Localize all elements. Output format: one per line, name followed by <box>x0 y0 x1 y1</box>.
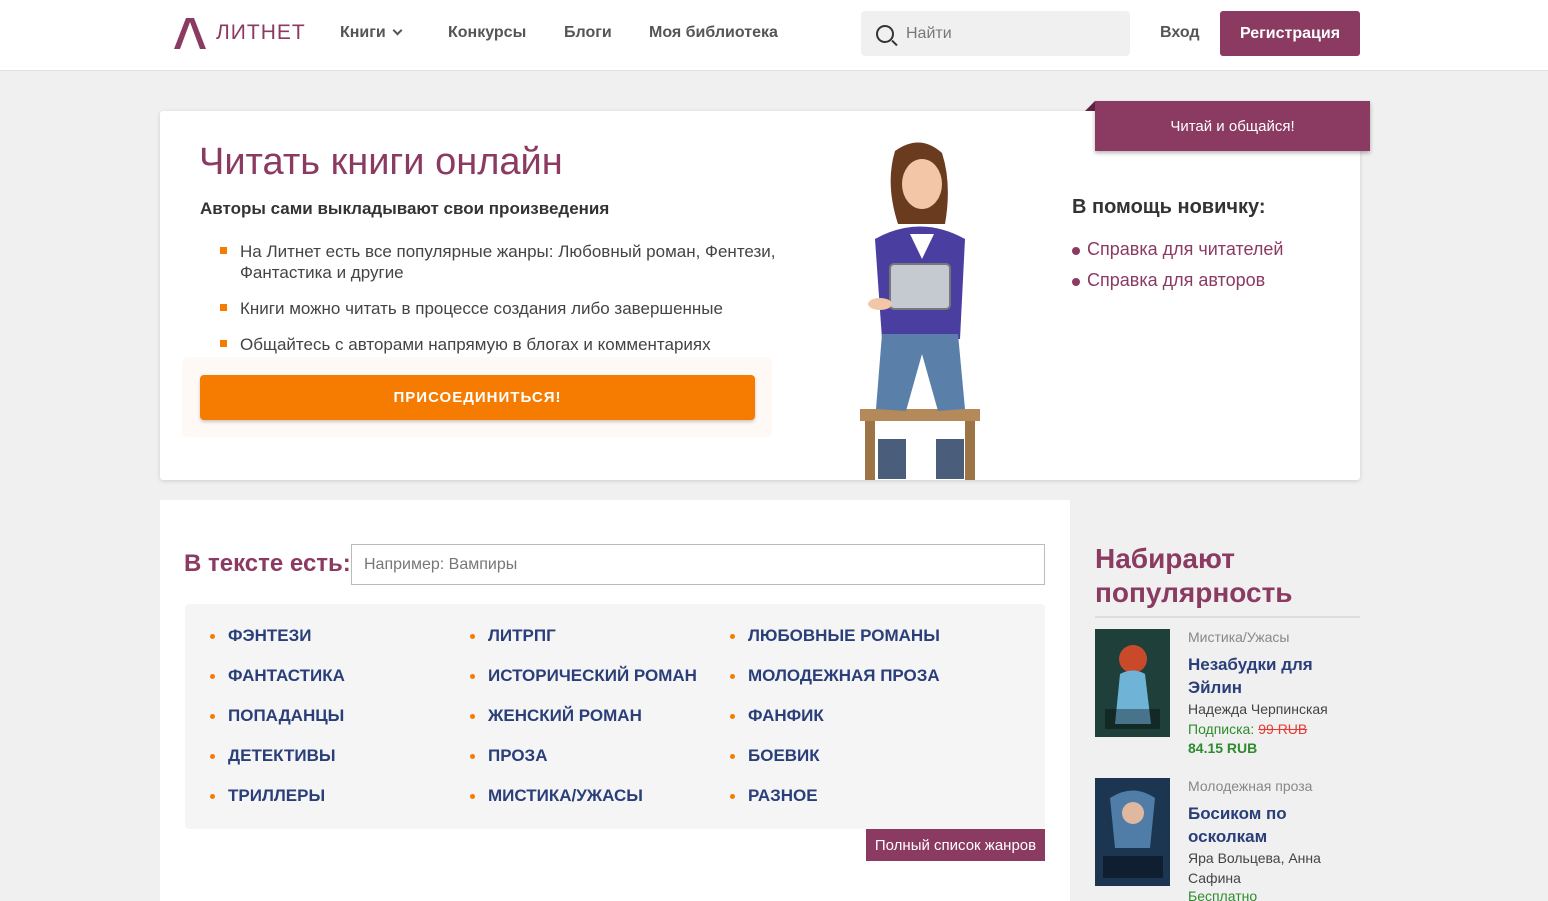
book-cover[interactable] <box>1095 629 1170 737</box>
genre-link[interactable]: Попаданцы <box>210 706 344 726</box>
book-cover[interactable] <box>1095 778 1170 886</box>
feature-item: Общайтесь с авторами напрямую в блогах и… <box>220 334 780 355</box>
genre-link[interactable]: Любовные романы <box>730 626 940 646</box>
help-title: В помощь новичку: <box>1072 196 1266 218</box>
book-author[interactable]: Яра Вольцева, Анна Сафина <box>1188 848 1348 888</box>
book-author[interactable]: Надежда Черпинская <box>1188 699 1348 719</box>
book-price: Подписка: 99 RUB <box>1188 721 1307 737</box>
free-label: Бесплатно <box>1188 888 1258 901</box>
genre-link[interactable]: Женский роман <box>470 706 642 726</box>
genre-link[interactable]: Разное <box>730 786 818 806</box>
tagline-ribbon: Читай и общайся! <box>1085 101 1370 151</box>
genre-link[interactable]: Мистика/Ужасы <box>470 786 643 806</box>
genre-search-input[interactable] <box>351 544 1045 585</box>
logo-mark-icon <box>174 18 206 49</box>
search-box[interactable] <box>861 11 1130 56</box>
hero-card: Читать книги онлайн Авторы сами выкладыв… <box>160 101 1370 480</box>
genre-link[interactable]: Фэнтези <box>210 626 311 646</box>
help-readers-link[interactable]: Справка для читателей <box>1072 239 1283 260</box>
top-header: ЛИТНЕТ Книги Конкурсы Блоги Моя библиоте… <box>0 0 1548 71</box>
book-genre: Молодежная проза <box>1188 778 1313 794</box>
genre-link[interactable]: Фанфик <box>730 706 824 726</box>
book-card[interactable]: Мистика/Ужасы Незабудки для Эйлин Надежд… <box>1095 629 1360 759</box>
logo-text: ЛИТНЕТ <box>216 20 306 44</box>
subscription-label: Подписка: <box>1188 721 1255 737</box>
hero-subtitle: Авторы сами выкладывают свои произведени… <box>200 199 610 218</box>
genre-link[interactable]: Исторический роман <box>470 666 697 686</box>
genre-list: Фэнтези Фантастика Попаданцы Детективы Т… <box>185 604 1045 829</box>
search-icon[interactable] <box>876 24 894 43</box>
genre-link[interactable]: Боевик <box>730 746 820 766</box>
feature-item: Книги можно читать в процессе создания л… <box>220 298 780 319</box>
genre-search-label: В тексте есть: <box>184 550 351 577</box>
book-card[interactable]: Молодежная проза Босиком по осколкам Яра… <box>1095 778 1360 901</box>
feature-list: На Литнет есть все популярные жанры: Люб… <box>220 241 780 370</box>
help-authors-link[interactable]: Справка для авторов <box>1072 270 1265 291</box>
genre-link[interactable]: ЛитРПГ <box>470 626 556 646</box>
genres-panel: В тексте есть: Фэнтези Фантастика Попада… <box>160 500 1070 901</box>
genre-link[interactable]: Детективы <box>210 746 336 766</box>
new-price: 84.15 RUB <box>1188 740 1258 756</box>
nav-books[interactable]: Книги <box>340 24 403 42</box>
nav-contests[interactable]: Конкурсы <box>448 24 526 42</box>
nav-my-library[interactable]: Моя библиотека <box>649 24 778 42</box>
page-title: Читать книги онлайн <box>199 141 563 183</box>
litnet-logo[interactable]: ЛИТНЕТ <box>172 16 306 49</box>
nav-blogs[interactable]: Блоги <box>564 24 612 42</box>
genre-link[interactable]: Проза <box>470 746 547 766</box>
chevron-down-icon <box>392 25 403 36</box>
trending-title: Набирают популярность <box>1095 542 1360 618</box>
book-title[interactable]: Незабудки для Эйлин <box>1188 653 1338 699</box>
login-link[interactable]: Вход <box>1160 24 1200 42</box>
register-button[interactable]: Регистрация <box>1220 11 1360 56</box>
reading-girl-illustration <box>860 142 980 480</box>
join-button[interactable]: ПРИСОЕДИНИТЬСЯ! <box>200 375 755 420</box>
genre-link[interactable]: Триллеры <box>210 786 325 806</box>
genre-link[interactable]: Молодежная проза <box>730 666 940 686</box>
full-genre-list-button[interactable]: Полный список жанров <box>866 829 1045 861</box>
old-price: 99 RUB <box>1258 721 1308 737</box>
feature-item: На Литнет есть все популярные жанры: Люб… <box>220 241 780 283</box>
nav-books-label: Книги <box>340 24 386 41</box>
genre-link[interactable]: Фантастика <box>210 666 345 686</box>
book-title[interactable]: Босиком по осколкам <box>1188 802 1338 848</box>
search-input[interactable] <box>906 24 1106 43</box>
book-genre: Мистика/Ужасы <box>1188 629 1290 645</box>
